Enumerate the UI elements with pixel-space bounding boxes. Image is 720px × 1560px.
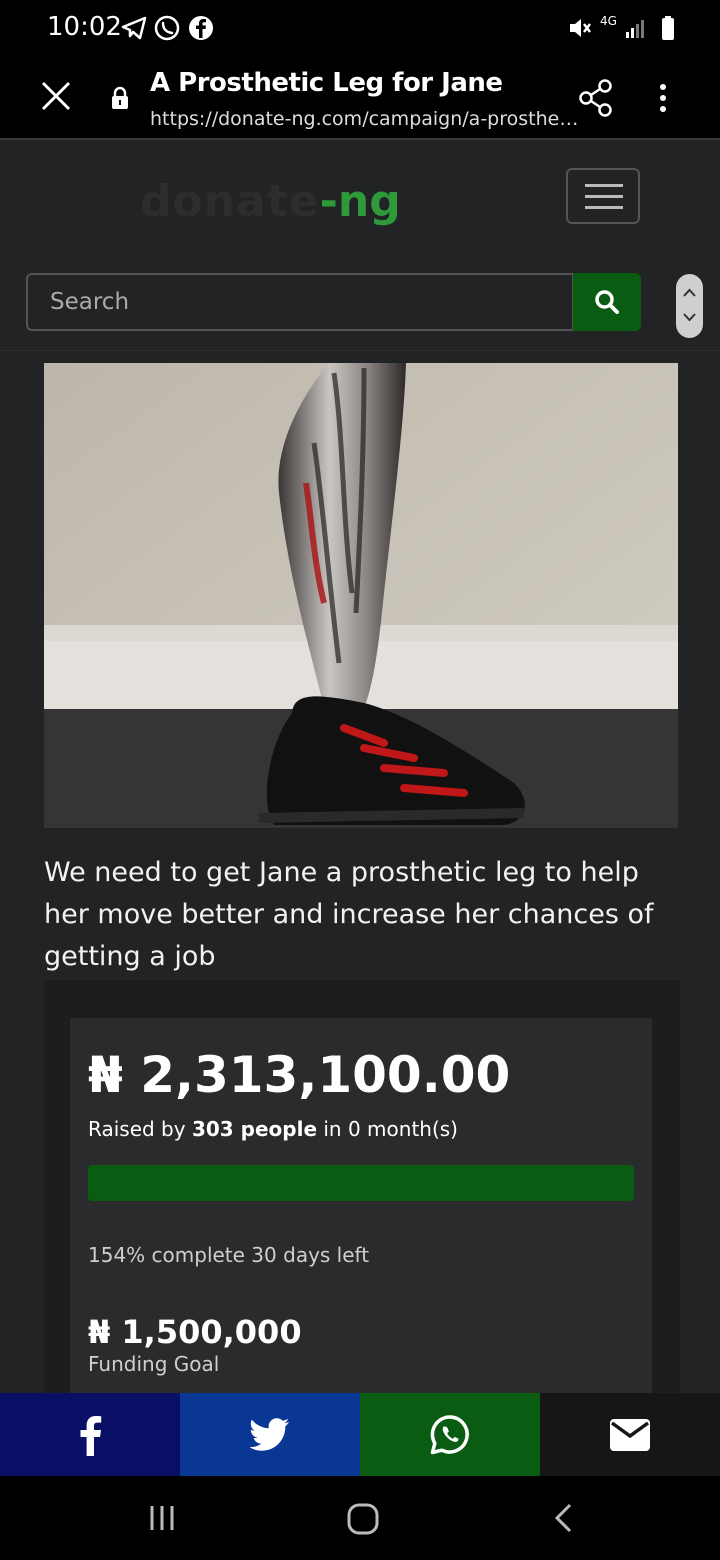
- funding-goal-label: Funding Goal: [88, 1352, 220, 1376]
- search-input[interactable]: [28, 275, 572, 329]
- system-navigation-bar: [0, 1476, 720, 1560]
- chevron-down-icon: [683, 313, 696, 322]
- search-button[interactable]: [573, 273, 641, 331]
- page-title: A Prosthetic Leg for Jane: [150, 68, 503, 98]
- twitter-icon: [250, 1417, 289, 1451]
- close-icon[interactable]: [38, 78, 74, 114]
- share-email-button[interactable]: [540, 1393, 720, 1476]
- facebook-icon: [189, 16, 213, 40]
- scroll-handle[interactable]: [676, 274, 703, 338]
- mute-icon: [570, 19, 591, 37]
- progress-bar: [88, 1165, 634, 1201]
- home-icon[interactable]: [346, 1502, 380, 1536]
- share-icon[interactable]: [577, 78, 615, 118]
- share-bar: [0, 1393, 720, 1476]
- whatsapp-icon: [154, 15, 180, 41]
- search-field[interactable]: [26, 273, 574, 331]
- site-logo[interactable]: donate-ng: [140, 176, 401, 227]
- mail-icon: [610, 1418, 650, 1451]
- menu-button[interactable]: [566, 168, 640, 224]
- share-twitter-button[interactable]: [180, 1393, 360, 1476]
- status-bar: 10:02 4G: [0, 0, 720, 56]
- url-text[interactable]: https://donate-ng.com/campaign/a-prosthe…: [150, 108, 580, 130]
- whatsapp-icon: [430, 1414, 469, 1454]
- search-icon: [595, 290, 619, 314]
- logo-text-donate: donate: [140, 176, 320, 227]
- amount-raised: ₦ 2,313,100.00: [88, 1046, 511, 1104]
- battery-icon: [662, 16, 674, 40]
- chevron-up-icon: [683, 288, 696, 297]
- logo-text-ng: -ng: [319, 176, 401, 227]
- status-time: 10:02: [47, 12, 122, 42]
- more-options-icon[interactable]: [655, 82, 671, 114]
- telegram-icon: [121, 16, 147, 40]
- facebook-icon: [80, 1415, 102, 1456]
- completion-status: 154% complete 30 days left: [88, 1243, 370, 1267]
- network-type: 4G: [600, 14, 617, 28]
- campaign-image: [44, 363, 678, 828]
- campaign-description: We need to get Jane a prosthetic leg to …: [44, 857, 654, 972]
- funding-goal-amount: ₦ 1,500,000: [88, 1313, 302, 1351]
- progress-fill: [88, 1165, 634, 1201]
- recent-apps-icon[interactable]: [147, 1503, 177, 1533]
- share-facebook-button[interactable]: [0, 1393, 180, 1476]
- signal-icon: [626, 20, 644, 38]
- hamburger-icon: [585, 184, 623, 187]
- donor-count: 303 people: [191, 1117, 318, 1141]
- share-whatsapp-button[interactable]: [360, 1393, 540, 1476]
- back-icon[interactable]: [552, 1503, 576, 1533]
- lock-icon: [112, 86, 128, 109]
- site-header: donate-ng: [0, 140, 720, 351]
- raised-by-text: Raised by 303 people in 0 month(s): [88, 1117, 458, 1141]
- browser-toolbar: A Prosthetic Leg for Jane https://donate…: [0, 56, 720, 140]
